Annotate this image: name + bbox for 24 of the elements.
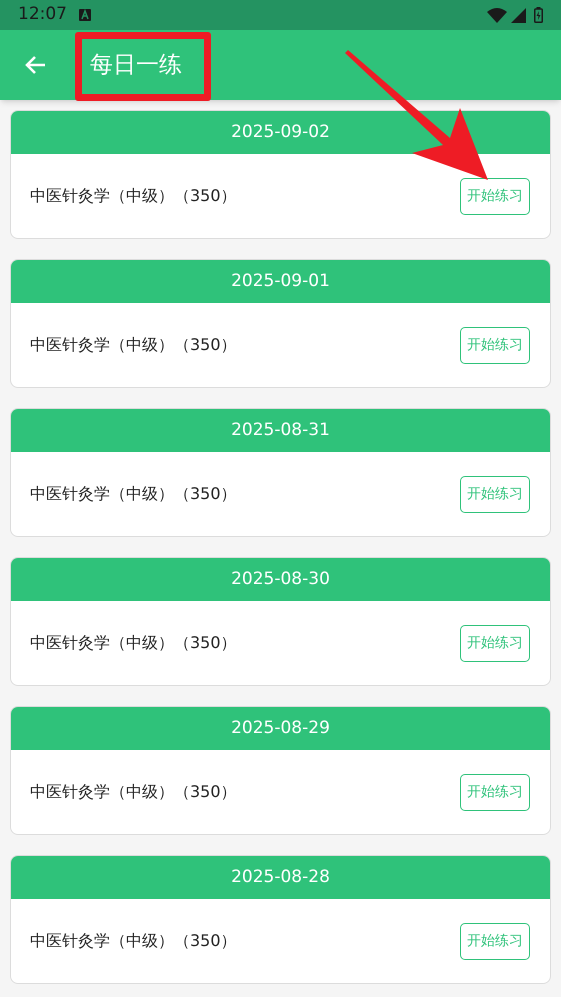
page-title: 每日一练	[90, 50, 182, 80]
subject-name: 中医针灸学（中级）（350）	[30, 781, 237, 803]
start-practice-button[interactable]: 开始练习	[460, 624, 530, 662]
start-practice-button[interactable]: 开始练习	[460, 178, 530, 214]
subject-name: 中医针灸学（中级）（350）	[30, 930, 237, 952]
card-date: 2025-08-31	[231, 418, 330, 442]
start-practice-button[interactable]: 开始练习	[460, 922, 530, 960]
subject-name: 中医针灸学（中级）（350）	[30, 185, 237, 207]
card-date: 2025-09-02	[231, 120, 330, 144]
card-date: 2025-09-01	[231, 270, 330, 293]
start-practice-button[interactable]: 开始练习	[460, 774, 530, 810]
subject-name: 中医针灸学（中级）（350）	[30, 334, 237, 356]
signal-icon	[511, 8, 526, 22]
subject-name: 中医针灸学（中级）（350）	[30, 483, 237, 505]
card-date: 2025-08-28	[231, 866, 330, 889]
battery-icon	[534, 7, 543, 23]
card-date: 2025-08-30	[231, 568, 330, 591]
clock: 12:07	[18, 3, 67, 26]
wifi-icon	[487, 8, 507, 22]
notification-icon	[79, 9, 91, 21]
start-practice-button[interactable]: 开始练习	[460, 326, 530, 364]
start-practice-button[interactable]: 开始练习	[460, 476, 530, 512]
subject-name: 中医针灸学（中级）（350）	[30, 632, 237, 654]
card-date: 2025-08-29	[231, 716, 330, 740]
